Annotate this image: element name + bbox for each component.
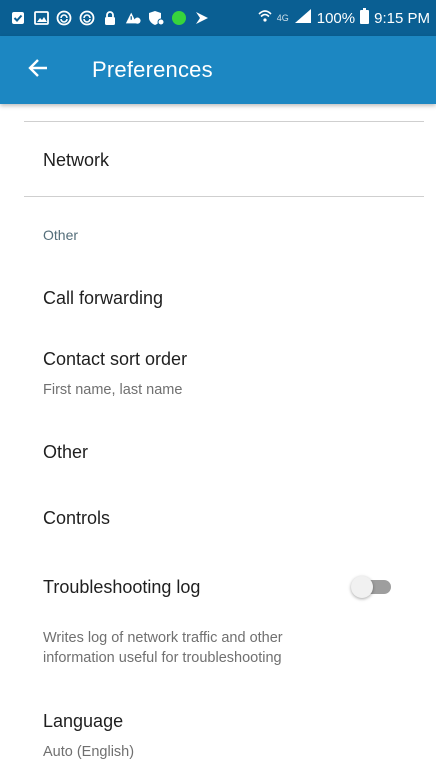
image-icon — [33, 10, 49, 26]
play-icon — [194, 10, 210, 26]
pref-title: Language — [43, 711, 124, 731]
pref-language[interactable]: Language Auto (English) — [43, 711, 134, 762]
pref-title: Call forwarding — [43, 288, 164, 308]
pref-summary: Auto (English) — [43, 744, 135, 760]
pref-network[interactable]: Network — [43, 150, 109, 171]
battery-percent: 100% — [316, 9, 356, 27]
pref-summary-line: Writes log of network traffic and other — [43, 630, 283, 646]
pref-title: Other — [43, 442, 89, 462]
back-button[interactable] — [0, 36, 72, 104]
pref-contact-sort-order[interactable]: Contact sort order First name, last name — [43, 349, 187, 400]
alert-icon — [125, 10, 141, 26]
green-dot-icon — [171, 10, 187, 26]
signal-icon — [294, 8, 312, 28]
checkbox-icon — [10, 10, 26, 26]
section-header-other: Other — [43, 227, 79, 243]
pref-summary-line: information useful for troubleshooting — [43, 650, 282, 666]
pref-controls[interactable]: Controls — [43, 508, 110, 529]
app-bar: Preferences — [0, 36, 436, 104]
pref-call-forwarding[interactable]: Call forwarding — [43, 288, 163, 309]
pref-title: Troubleshooting log — [43, 577, 201, 597]
pref-title: Network — [43, 150, 110, 170]
pref-title: Contact sort order — [43, 349, 188, 369]
pref-title: Controls — [43, 508, 111, 528]
sync-icon — [79, 10, 95, 26]
battery-icon — [360, 8, 370, 28]
pref-troubleshooting-log-summary: Writes log of network traffic and other … — [43, 628, 403, 668]
network-type: 4G — [276, 13, 289, 23]
troubleshooting-log-toggle[interactable] — [351, 574, 391, 598]
lock-icon — [102, 10, 118, 26]
arrow-left-icon — [27, 57, 49, 84]
divider — [24, 121, 424, 122]
page-title: Preferences — [92, 57, 213, 82]
divider — [24, 196, 424, 197]
system-status: 4G 100% 9:15 PM — [258, 8, 430, 28]
pref-other[interactable]: Other — [43, 442, 88, 463]
toggle-thumb — [351, 576, 373, 598]
shield-icon — [148, 10, 164, 26]
clock: 9:15 PM — [374, 9, 430, 27]
pref-troubleshooting-log[interactable]: Troubleshooting log — [43, 577, 343, 598]
notification-icons — [10, 10, 210, 26]
wifi-icon — [258, 9, 272, 27]
pref-summary: First name, last name — [43, 382, 183, 398]
sync-icon — [56, 10, 72, 26]
preferences-list: Network Other Call forwarding Contact so… — [0, 104, 436, 776]
status-bar: 4G 100% 9:15 PM — [0, 0, 436, 36]
